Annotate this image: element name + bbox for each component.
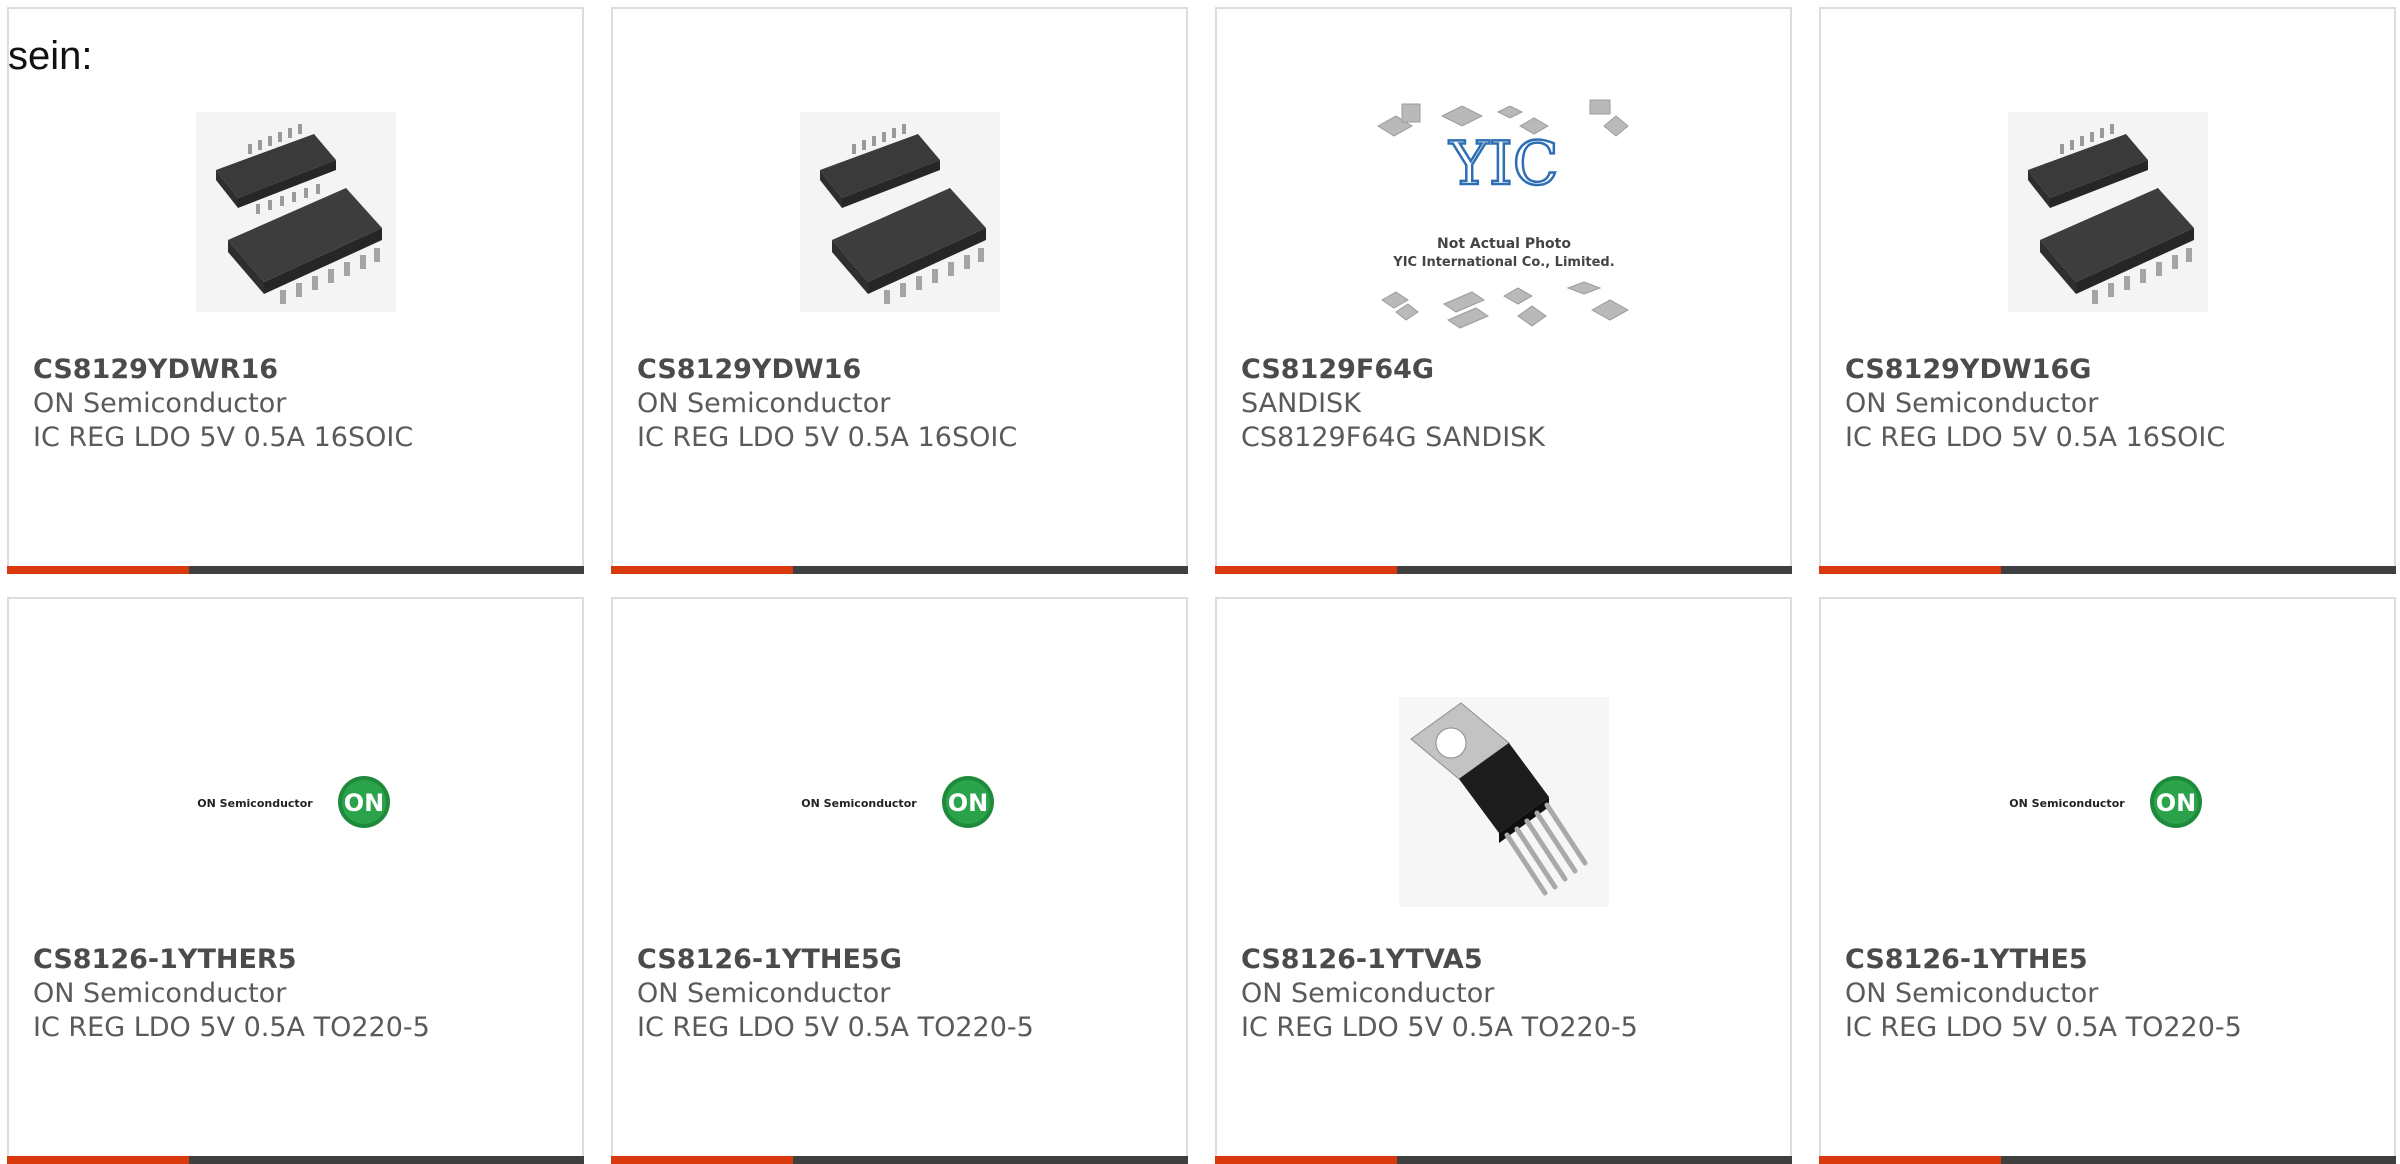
card-accent bbox=[611, 566, 793, 574]
svg-text:ON: ON bbox=[947, 789, 988, 817]
card-accent bbox=[7, 1156, 189, 1164]
card-bottom-bar bbox=[611, 1156, 1188, 1164]
description: IC REG LDO 5V 0.5A 16SOIC bbox=[33, 422, 414, 453]
card-bottom-bar bbox=[1819, 566, 2396, 574]
product-image[interactable]: YIC Not Actual Photo YIC International C… bbox=[1372, 77, 1636, 347]
product-image[interactable]: ON Semiconductor ON bbox=[164, 667, 428, 937]
card-accent bbox=[611, 1156, 793, 1164]
on-semiconductor-logo: ON Semiconductor ON bbox=[2009, 776, 2202, 828]
product-card[interactable]: CS8126-1YTVA5 ON Semiconductor IC REG LD… bbox=[1215, 597, 1792, 1164]
part-number[interactable]: CS8126-1YTVA5 bbox=[1241, 943, 1778, 977]
product-card[interactable]: YIC Not Actual Photo YIC International C… bbox=[1215, 7, 1792, 574]
product-image[interactable] bbox=[1976, 77, 2240, 347]
product-image[interactable] bbox=[768, 77, 1032, 347]
product-info: CS8129YDW16 ON Semiconductor IC REG LDO … bbox=[637, 353, 1174, 455]
svg-text:ON: ON bbox=[343, 789, 384, 817]
card-accent bbox=[1819, 566, 2001, 574]
product-image[interactable] bbox=[1372, 667, 1636, 937]
product-card[interactable]: CS8129YDW16 ON Semiconductor IC REG LDO … bbox=[611, 7, 1188, 574]
card-accent bbox=[7, 566, 189, 574]
card-bottom-bar bbox=[611, 566, 1188, 574]
product-info: CS8129YDWR16 ON Semiconductor IC REG LDO… bbox=[33, 353, 570, 455]
manufacturer: ON Semiconductor bbox=[637, 978, 891, 1009]
product-card[interactable]: ON Semiconductor ON CS8126-1YTHE5 ON Sem… bbox=[1819, 597, 2396, 1164]
description: IC REG LDO 5V 0.5A 16SOIC bbox=[1845, 422, 2226, 453]
description: IC REG LDO 5V 0.5A TO220-5 bbox=[1241, 1012, 1638, 1043]
description: IC REG LDO 5V 0.5A TO220-5 bbox=[33, 1012, 430, 1043]
manufacturer: ON Semiconductor bbox=[1845, 978, 2099, 1009]
card-bottom-bar bbox=[7, 566, 584, 574]
description: IC REG LDO 5V 0.5A TO220-5 bbox=[1845, 1012, 2242, 1043]
manufacturer: ON Semiconductor bbox=[1845, 388, 2099, 419]
svg-text:ON: ON bbox=[2155, 789, 2196, 817]
soic-chip-image bbox=[2007, 112, 2208, 312]
svg-text:YIC International Co., Limited: YIC International Co., Limited. bbox=[1392, 255, 1614, 270]
product-image[interactable] bbox=[164, 77, 428, 347]
part-number[interactable]: CS8129YDW16 bbox=[637, 353, 1174, 387]
svg-text:Not Actual Photo: Not Actual Photo bbox=[1437, 236, 1571, 252]
card-bottom-bar bbox=[1215, 1156, 1792, 1164]
manufacturer: ON Semiconductor bbox=[33, 978, 287, 1009]
description: IC REG LDO 5V 0.5A 16SOIC bbox=[637, 422, 1018, 453]
part-number[interactable]: CS8129YDWR16 bbox=[33, 353, 570, 387]
manufacturer: ON Semiconductor bbox=[637, 388, 891, 419]
card-bottom-bar bbox=[7, 1156, 584, 1164]
on-semiconductor-logo: ON Semiconductor ON bbox=[197, 776, 390, 828]
product-info: CS8129YDW16G ON Semiconductor IC REG LDO… bbox=[1845, 353, 2382, 455]
to220-package-image bbox=[1398, 697, 1609, 907]
card-bottom-bar bbox=[1215, 566, 1792, 574]
intro-text: sein: bbox=[8, 34, 93, 78]
product-image[interactable]: ON Semiconductor ON bbox=[1976, 667, 2240, 937]
part-number[interactable]: CS8126-1YTHER5 bbox=[33, 943, 570, 977]
product-card[interactable]: ON Semiconductor ON CS8126-1YTHE5G ON Se… bbox=[611, 597, 1188, 1164]
card-accent bbox=[1215, 1156, 1397, 1164]
product-card[interactable]: ON Semiconductor ON CS8126-1YTHER5 ON Se… bbox=[7, 597, 584, 1164]
product-info: CS8126-1YTVA5 ON Semiconductor IC REG LD… bbox=[1241, 943, 1778, 1045]
part-number[interactable]: CS8129F64G bbox=[1241, 353, 1778, 387]
product-image[interactable]: ON Semiconductor ON bbox=[768, 667, 1032, 937]
yic-placeholder-image: YIC Not Actual Photo YIC International C… bbox=[1376, 99, 1629, 329]
card-bottom-bar bbox=[1819, 1156, 2396, 1164]
description: CS8129F64G SANDISK bbox=[1241, 422, 1546, 453]
product-info: CS8126-1YTHER5 ON Semiconductor IC REG L… bbox=[33, 943, 570, 1045]
yic-logo: YIC bbox=[1448, 129, 1558, 199]
manufacturer: SANDISK bbox=[1241, 388, 1361, 419]
product-card[interactable]: CS8129YDWR16 ON Semiconductor IC REG LDO… bbox=[7, 7, 584, 574]
product-card[interactable]: CS8129YDW16G ON Semiconductor IC REG LDO… bbox=[1819, 7, 2396, 574]
svg-text:ON Semiconductor: ON Semiconductor bbox=[197, 797, 313, 810]
on-semiconductor-logo: ON Semiconductor ON bbox=[801, 776, 994, 828]
product-info: CS8126-1YTHE5 ON Semiconductor IC REG LD… bbox=[1845, 943, 2382, 1045]
soic-chip-image bbox=[799, 112, 1000, 312]
description: IC REG LDO 5V 0.5A TO220-5 bbox=[637, 1012, 1034, 1043]
manufacturer: ON Semiconductor bbox=[1241, 978, 1495, 1009]
part-number[interactable]: CS8126-1YTHE5G bbox=[637, 943, 1174, 977]
manufacturer: ON Semiconductor bbox=[33, 388, 287, 419]
svg-text:ON Semiconductor: ON Semiconductor bbox=[801, 797, 917, 810]
part-number[interactable]: CS8129YDW16G bbox=[1845, 353, 2382, 387]
product-info: CS8126-1YTHE5G ON Semiconductor IC REG L… bbox=[637, 943, 1174, 1045]
part-number[interactable]: CS8126-1YTHE5 bbox=[1845, 943, 2382, 977]
card-accent bbox=[1819, 1156, 2001, 1164]
product-info: CS8129F64G SANDISK CS8129F64G SANDISK bbox=[1241, 353, 1778, 455]
soic-chip-image bbox=[195, 112, 396, 312]
svg-text:ON Semiconductor: ON Semiconductor bbox=[2009, 797, 2125, 810]
card-accent bbox=[1215, 566, 1397, 574]
